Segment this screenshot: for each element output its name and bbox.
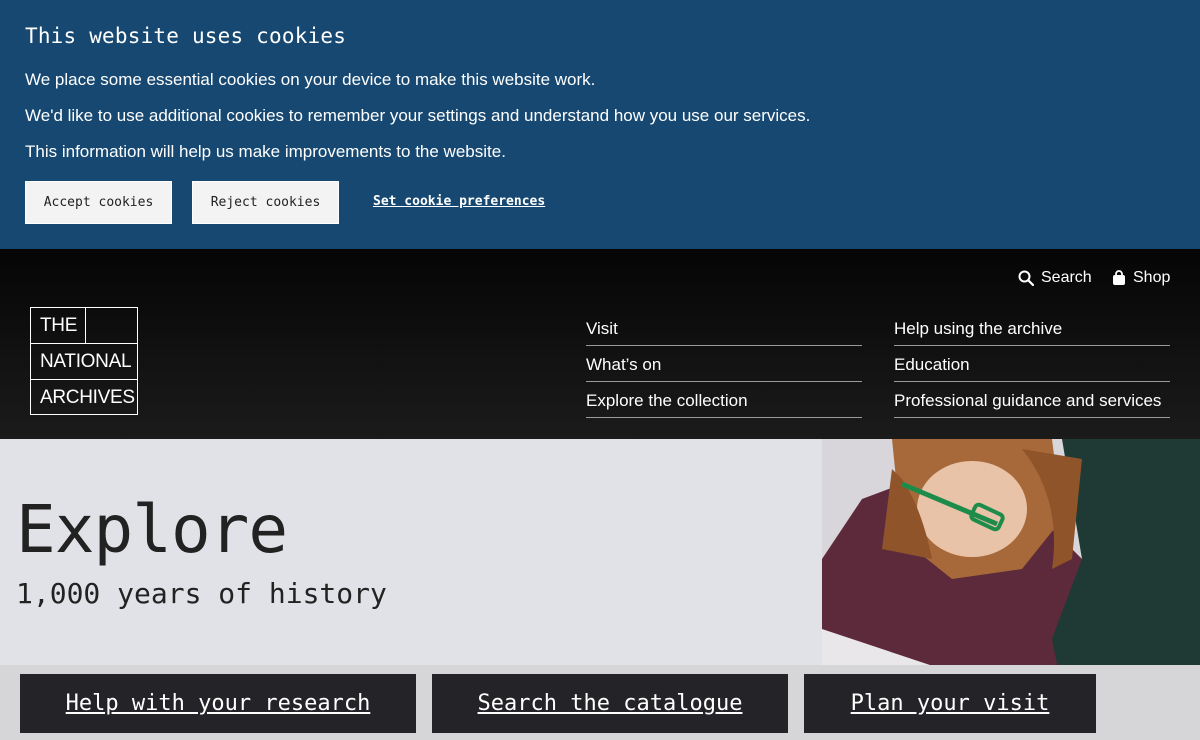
nav-item-explore-collection[interactable]: Explore the collection [586,383,862,418]
hero-title: Explore [16,491,288,568]
cookie-text-essential: We place some essential cookies on your … [25,70,596,89]
logo-row-2: NATIONAL [31,343,137,379]
cookie-preferences-link[interactable]: Set cookie preferences [373,194,545,209]
logo-text-national: NATIONAL [40,350,132,372]
logo-text-the: THE [40,314,78,336]
shop-link[interactable]: Shop [1112,269,1170,287]
logo-empty-box [85,308,138,343]
nav-item-help-using-archive[interactable]: Help using the archive [894,311,1170,346]
nav-item-education[interactable]: Education [894,347,1170,382]
nav-item-whats-on[interactable]: What’s on [586,347,862,382]
site-logo[interactable]: THE NATIONAL ARCHIVES [30,307,138,415]
cta-search-catalogue[interactable]: Search the catalogue [432,674,788,733]
main-nav-column-1: Visit What’s on Explore the collection [586,311,862,419]
logo-row-1: THE [31,308,137,343]
cookie-banner-title: This website uses cookies [25,24,347,48]
accept-cookies-button[interactable]: Accept cookies [25,181,172,224]
shop-label: Shop [1133,269,1171,286]
cta-help-with-research[interactable]: Help with your research [20,674,416,733]
hero-section: Explore 1,000 years of history Help with… [0,439,1200,740]
site-header: Search Shop THE NATIONAL ARCHIVES Visit … [0,249,1200,439]
nav-item-professional-guidance[interactable]: Professional guidance and services [894,383,1170,418]
cookie-text-additional: We'd like to use additional cookies to r… [25,106,811,125]
search-link[interactable]: Search [1018,269,1092,287]
nav-item-visit[interactable]: Visit [586,311,862,346]
logo-text-archives: ARCHIVES [40,386,135,408]
logo-row-3: ARCHIVES [31,379,137,415]
cta-plan-visit[interactable]: Plan your visit [804,674,1096,733]
search-icon [1018,270,1034,286]
shopping-bag-icon [1113,270,1125,285]
reject-cookies-button[interactable]: Reject cookies [192,181,339,224]
cookie-banner: This website uses cookies We place some … [0,0,1200,249]
main-nav-column-2: Help using the archive Education Profess… [894,311,1170,419]
search-label: Search [1041,269,1092,286]
hero-subtitle: 1,000 years of history [16,577,387,610]
cookie-text-improvements: This information will help us make impro… [25,142,506,161]
